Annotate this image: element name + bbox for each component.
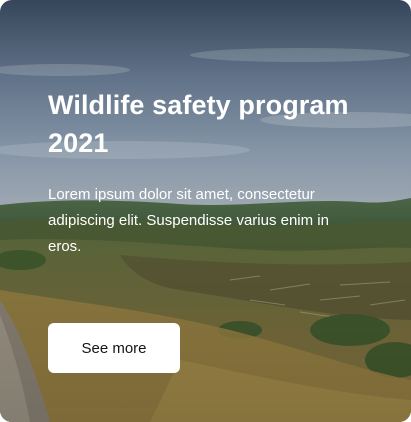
feature-card: Wildlife safety program 2021 Lorem ipsum… [0, 0, 411, 422]
card-description: Lorem ipsum dolor sit amet, consectetur … [48, 186, 329, 255]
see-more-button[interactable]: See more [48, 323, 180, 373]
card-content: Wildlife safety program 2021 Lorem ipsum… [48, 86, 368, 260]
card-title: Wildlife safety program 2021 [48, 90, 349, 158]
